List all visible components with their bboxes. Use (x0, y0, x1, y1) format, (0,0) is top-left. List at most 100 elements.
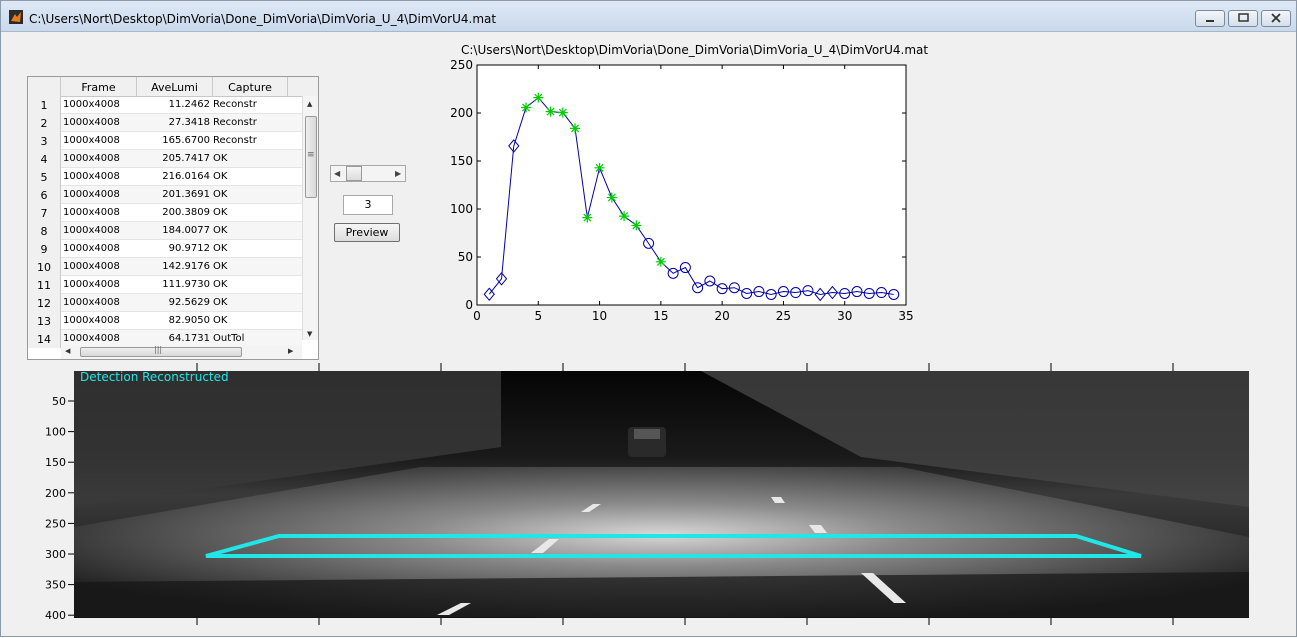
row-index[interactable]: 7 (28, 204, 61, 222)
data-point-star (557, 107, 568, 118)
table-row[interactable]: 11 1000x4008 111.9730 OK (28, 276, 302, 294)
image-y-tick-label: 50 (52, 395, 66, 408)
minimize-button[interactable] (1195, 10, 1225, 27)
y-tick-label: 200 (450, 106, 473, 120)
row-index[interactable]: 10 (28, 258, 61, 276)
table-row[interactable]: 6 1000x4008 201.3691 OK (28, 186, 302, 204)
cell-capture[interactable]: OK (213, 312, 227, 330)
cell-frame[interactable]: 1000x4008 (63, 312, 120, 330)
cell-capture[interactable]: OK (213, 186, 227, 204)
cell-avelumi[interactable]: 11.2462 (138, 96, 210, 114)
cell-capture[interactable]: Reconstr (213, 96, 257, 114)
row-index[interactable]: 8 (28, 222, 61, 240)
table-row[interactable]: 10 1000x4008 142.9176 OK (28, 258, 302, 276)
horizontal-scroll-thumb[interactable]: ||| (80, 345, 242, 357)
cell-capture[interactable]: OK (213, 240, 227, 258)
table-row[interactable]: 1 1000x4008 11.2462 Reconstr (28, 96, 302, 114)
row-index[interactable]: 4 (28, 150, 61, 168)
cell-capture[interactable]: OK (213, 222, 227, 240)
table-vertical-scrollbar[interactable]: ▲ ≡ ▼ (302, 96, 318, 340)
row-index[interactable]: 13 (28, 312, 61, 330)
table-row[interactable]: 7 1000x4008 200.3809 OK (28, 204, 302, 222)
cell-avelumi[interactable]: 142.9176 (138, 258, 210, 276)
cell-capture[interactable]: Reconstr (213, 132, 257, 150)
row-index[interactable]: 14 (28, 330, 61, 348)
header-frame[interactable]: Frame (61, 77, 137, 96)
cell-capture[interactable]: OK (213, 258, 227, 276)
scroll-up-icon[interactable]: ▲ (307, 100, 312, 108)
cell-frame[interactable]: 1000x4008 (63, 114, 120, 132)
cell-avelumi[interactable]: 90.9712 (138, 240, 210, 258)
cell-frame[interactable]: 1000x4008 (63, 222, 120, 240)
cell-avelumi[interactable]: 92.5629 (138, 294, 210, 312)
header-avelumi[interactable]: AveLumi (137, 77, 213, 96)
slider-thumb[interactable] (346, 166, 362, 181)
vertical-scroll-thumb[interactable]: ≡ (305, 116, 317, 198)
table-row[interactable]: 9 1000x4008 90.9712 OK (28, 240, 302, 258)
data-point-star (606, 192, 617, 203)
data-point-star (594, 162, 605, 173)
cell-frame[interactable]: 1000x4008 (63, 168, 120, 186)
cell-avelumi[interactable]: 82.9050 (138, 312, 210, 330)
row-index[interactable]: 1 (28, 96, 61, 114)
cell-frame[interactable]: 1000x4008 (63, 204, 120, 222)
table-row[interactable]: 12 1000x4008 92.5629 OK (28, 294, 302, 312)
table-row[interactable]: 2 1000x4008 27.3418 Reconstr (28, 114, 302, 132)
cell-frame[interactable]: 1000x4008 (63, 294, 120, 312)
table-row[interactable]: 5 1000x4008 216.0164 OK (28, 168, 302, 186)
table-row[interactable]: 4 1000x4008 205.7417 OK (28, 150, 302, 168)
cell-avelumi[interactable]: 165.6700 (138, 132, 210, 150)
cell-avelumi[interactable]: 184.0077 (138, 222, 210, 240)
frame-number-input[interactable]: 3 (343, 195, 393, 215)
cell-capture[interactable]: OK (213, 276, 227, 294)
x-tick-label: 35 (898, 309, 913, 323)
cell-frame[interactable]: 1000x4008 (63, 96, 120, 114)
cell-frame[interactable]: 1000x4008 (63, 276, 120, 294)
cell-avelumi[interactable]: 200.3809 (138, 204, 210, 222)
table-row[interactable]: 13 1000x4008 82.9050 OK (28, 312, 302, 330)
slider-left-icon[interactable]: ◀ (334, 169, 340, 178)
minimize-icon (1206, 20, 1214, 22)
row-index[interactable]: 2 (28, 114, 61, 132)
cell-avelumi[interactable]: 201.3691 (138, 186, 210, 204)
image-y-tick-label: 150 (45, 456, 66, 469)
header-capture[interactable]: Capture (213, 77, 288, 96)
window-title: C:\Users\Nort\Desktop\DimVoria\Done_DimV… (29, 12, 497, 26)
row-index[interactable]: 11 (28, 276, 61, 294)
restore-icon (1238, 13, 1249, 22)
cell-avelumi[interactable]: 27.3418 (138, 114, 210, 132)
table-row[interactable]: 3 1000x4008 165.6700 Reconstr (28, 132, 302, 150)
row-index[interactable]: 12 (28, 294, 61, 312)
restore-button[interactable] (1228, 10, 1258, 27)
preview-button[interactable]: Preview (334, 223, 400, 242)
scroll-left-icon[interactable]: ◀ (65, 347, 70, 355)
cell-capture[interactable]: OK (213, 168, 227, 186)
cell-capture[interactable]: OK (213, 150, 227, 168)
cell-avelumi[interactable]: 111.9730 (138, 276, 210, 294)
cell-frame[interactable]: 1000x4008 (63, 258, 120, 276)
row-index[interactable]: 9 (28, 240, 61, 258)
close-button[interactable] (1261, 10, 1291, 27)
scroll-right-icon[interactable]: ▶ (288, 347, 293, 355)
frame-slider[interactable]: ◀ ▶ (330, 165, 406, 182)
row-index[interactable]: 6 (28, 186, 61, 204)
cell-frame[interactable]: 1000x4008 (63, 240, 120, 258)
cell-capture[interactable]: OK (213, 294, 227, 312)
cell-capture[interactable]: Reconstr (213, 114, 257, 132)
cell-frame[interactable]: 1000x4008 (63, 150, 120, 168)
title-bar[interactable]: C:\Users\Nort\Desktop\DimVoria\Done_DimV… (1, 1, 1296, 32)
slider-right-icon[interactable]: ▶ (395, 169, 401, 178)
cell-avelumi[interactable]: 205.7417 (138, 150, 210, 168)
row-index[interactable]: 3 (28, 132, 61, 150)
scroll-down-icon[interactable]: ▼ (307, 330, 312, 338)
cell-frame[interactable]: 1000x4008 (63, 132, 120, 150)
table-row[interactable]: 8 1000x4008 184.0077 OK (28, 222, 302, 240)
data-point-star (582, 212, 593, 223)
cell-avelumi[interactable]: 216.0164 (138, 168, 210, 186)
grip-icon: ||| (154, 345, 163, 354)
cell-capture[interactable]: OK (213, 204, 227, 222)
cell-frame[interactable]: 1000x4008 (63, 186, 120, 204)
corner-header (28, 77, 61, 96)
frames-table[interactable]: Frame AveLumi Capture 1 1000x4008 11.2462 R… (27, 76, 319, 360)
row-index[interactable]: 5 (28, 168, 61, 186)
